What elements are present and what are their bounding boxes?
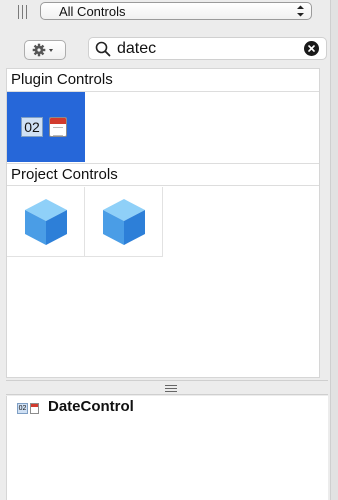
section-title: Plugin Controls (11, 71, 113, 88)
controls-library: Plugin Controls 02 Project Controls (6, 68, 320, 378)
date-control-icon: 02 (17, 403, 39, 414)
control-filter-select[interactable]: All Controls (40, 2, 312, 20)
section-header-plugin-controls: Plugin Controls (7, 69, 319, 92)
cube-icon (25, 199, 67, 245)
magnifier-icon (95, 41, 111, 57)
calendar-icon (49, 117, 67, 137)
action-menu-button[interactable] (24, 40, 66, 60)
section-title: Project Controls (11, 166, 118, 183)
library-item-project-control[interactable] (7, 187, 85, 257)
library-item-project-control[interactable] (85, 187, 163, 257)
control-info-pane: 02 DateControl (6, 396, 328, 500)
top-toolbar: All Controls (0, 0, 338, 26)
library-item-date-control[interactable]: 02 (7, 92, 85, 162)
control-name: DateControl (48, 398, 134, 415)
search-input[interactable] (117, 39, 297, 58)
cube-icon (103, 199, 145, 245)
date-icon-text: 02 (17, 403, 28, 414)
date-icon-text: 02 (21, 117, 43, 137)
search-field[interactable] (88, 37, 327, 60)
calendar-icon (30, 403, 39, 414)
section-header-project-controls: Project Controls (7, 163, 319, 186)
up-down-arrows-icon (297, 5, 304, 17)
date-control-icon: 02 (21, 117, 67, 139)
control-filter-value: All Controls (59, 4, 126, 19)
gear-menu-icon (32, 43, 53, 57)
search-row (0, 26, 338, 68)
pane-splitter[interactable] (6, 380, 328, 395)
window-edge (330, 0, 338, 500)
clear-circle-icon[interactable] (304, 41, 319, 56)
vertical-bars-icon[interactable] (18, 5, 28, 19)
drag-handle-icon (165, 384, 177, 392)
